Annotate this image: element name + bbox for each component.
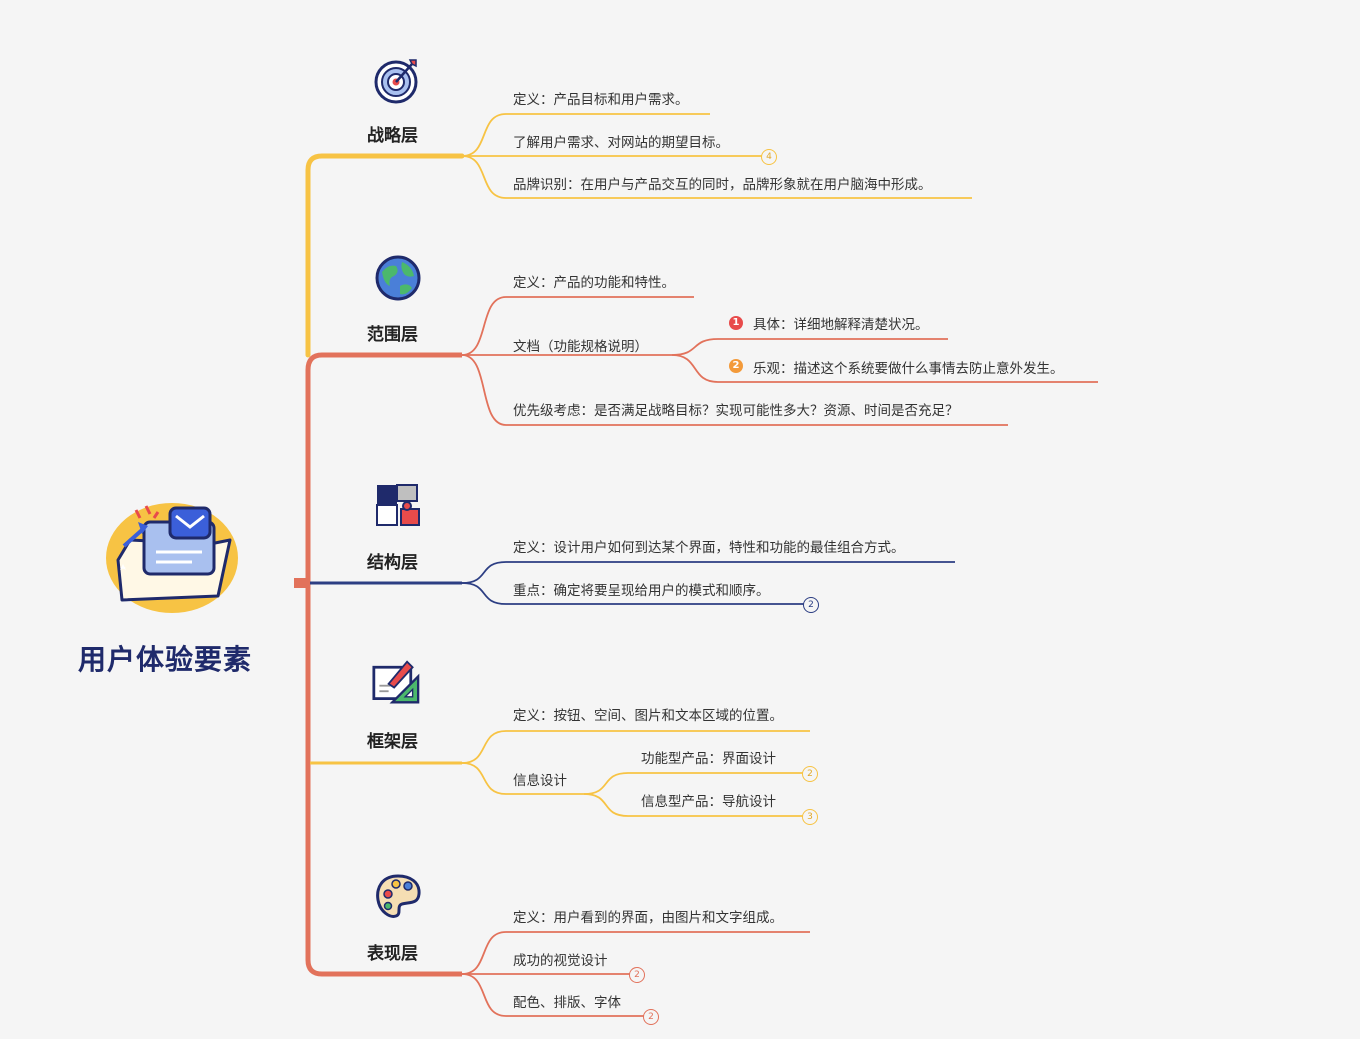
sketch-ruler-icon bbox=[372, 660, 420, 704]
structure-item-focus: 重点：确定将要呈现给用户的模式和顺序。 bbox=[513, 583, 770, 599]
target-icon bbox=[374, 59, 418, 104]
collapse-count-badge[interactable]: 2 bbox=[802, 766, 818, 782]
branch-title-structure: 结构层 bbox=[367, 553, 418, 573]
branch-title-skeleton: 框架层 bbox=[367, 732, 418, 752]
strategy-item-user-needs: 了解用户需求、对网站的期望目标。 bbox=[513, 135, 729, 151]
root-title: 用户体验要素 bbox=[78, 643, 253, 676]
scope-doc-specific: 具体：详细地解释清楚状况。 bbox=[753, 317, 929, 333]
palette-icon bbox=[376, 874, 421, 918]
globe-icon bbox=[375, 255, 421, 301]
scope-doc-optimistic: 乐观：描述这个系统要做什么事情去防止意外发生。 bbox=[753, 361, 1064, 377]
skeleton-item-definition: 定义：按钮、空间、图片和文本区域的位置。 bbox=[513, 708, 783, 724]
skeleton-info-informational: 信息型产品：导航设计 bbox=[641, 794, 776, 810]
priority-1-icon: 1 bbox=[729, 316, 743, 330]
surface-item-definition: 定义：用户看到的界面，由图片和文字组成。 bbox=[513, 910, 783, 926]
skeleton-item-info-design: 信息设计 bbox=[513, 773, 567, 789]
collapse-count-badge[interactable]: 4 bbox=[761, 149, 777, 165]
surface-item-color-type: 配色、排版、字体 bbox=[513, 995, 621, 1011]
spine-node bbox=[294, 578, 310, 588]
collapse-count-badge[interactable]: 2 bbox=[629, 967, 645, 983]
collapse-count-badge[interactable]: 2 bbox=[643, 1009, 659, 1025]
structure-item-definition: 定义：设计用户如何到达某个界面，特性和功能的最佳组合方式。 bbox=[513, 540, 905, 556]
collapse-count-badge[interactable]: 3 bbox=[802, 809, 818, 825]
branch-title-strategy: 战略层 bbox=[367, 126, 418, 146]
scope-item-priority: 优先级考虑：是否满足战略目标？实现可能性多大？资源、时间是否充足？ bbox=[513, 403, 959, 419]
scope-item-document: 文档（功能规格说明） bbox=[513, 339, 648, 355]
branch-title-surface: 表现层 bbox=[367, 944, 418, 964]
folder-envelope-illustration bbox=[106, 503, 238, 613]
strategy-item-definition: 定义：产品目标和用户需求。 bbox=[513, 92, 689, 108]
priority-2-icon: 2 bbox=[729, 359, 743, 373]
strategy-item-brand: 品牌识别：在用户与产品交互的同时，品牌形象就在用户脑海中形成。 bbox=[513, 177, 932, 193]
scope-item-definition: 定义：产品的功能和特性。 bbox=[513, 275, 675, 291]
puzzle-icon bbox=[376, 484, 420, 526]
skeleton-info-functional: 功能型产品：界面设计 bbox=[641, 751, 776, 767]
collapse-count-badge[interactable]: 2 bbox=[803, 597, 819, 613]
branch-title-scope: 范围层 bbox=[367, 325, 418, 345]
surface-item-visual-design: 成功的视觉设计 bbox=[513, 953, 608, 969]
